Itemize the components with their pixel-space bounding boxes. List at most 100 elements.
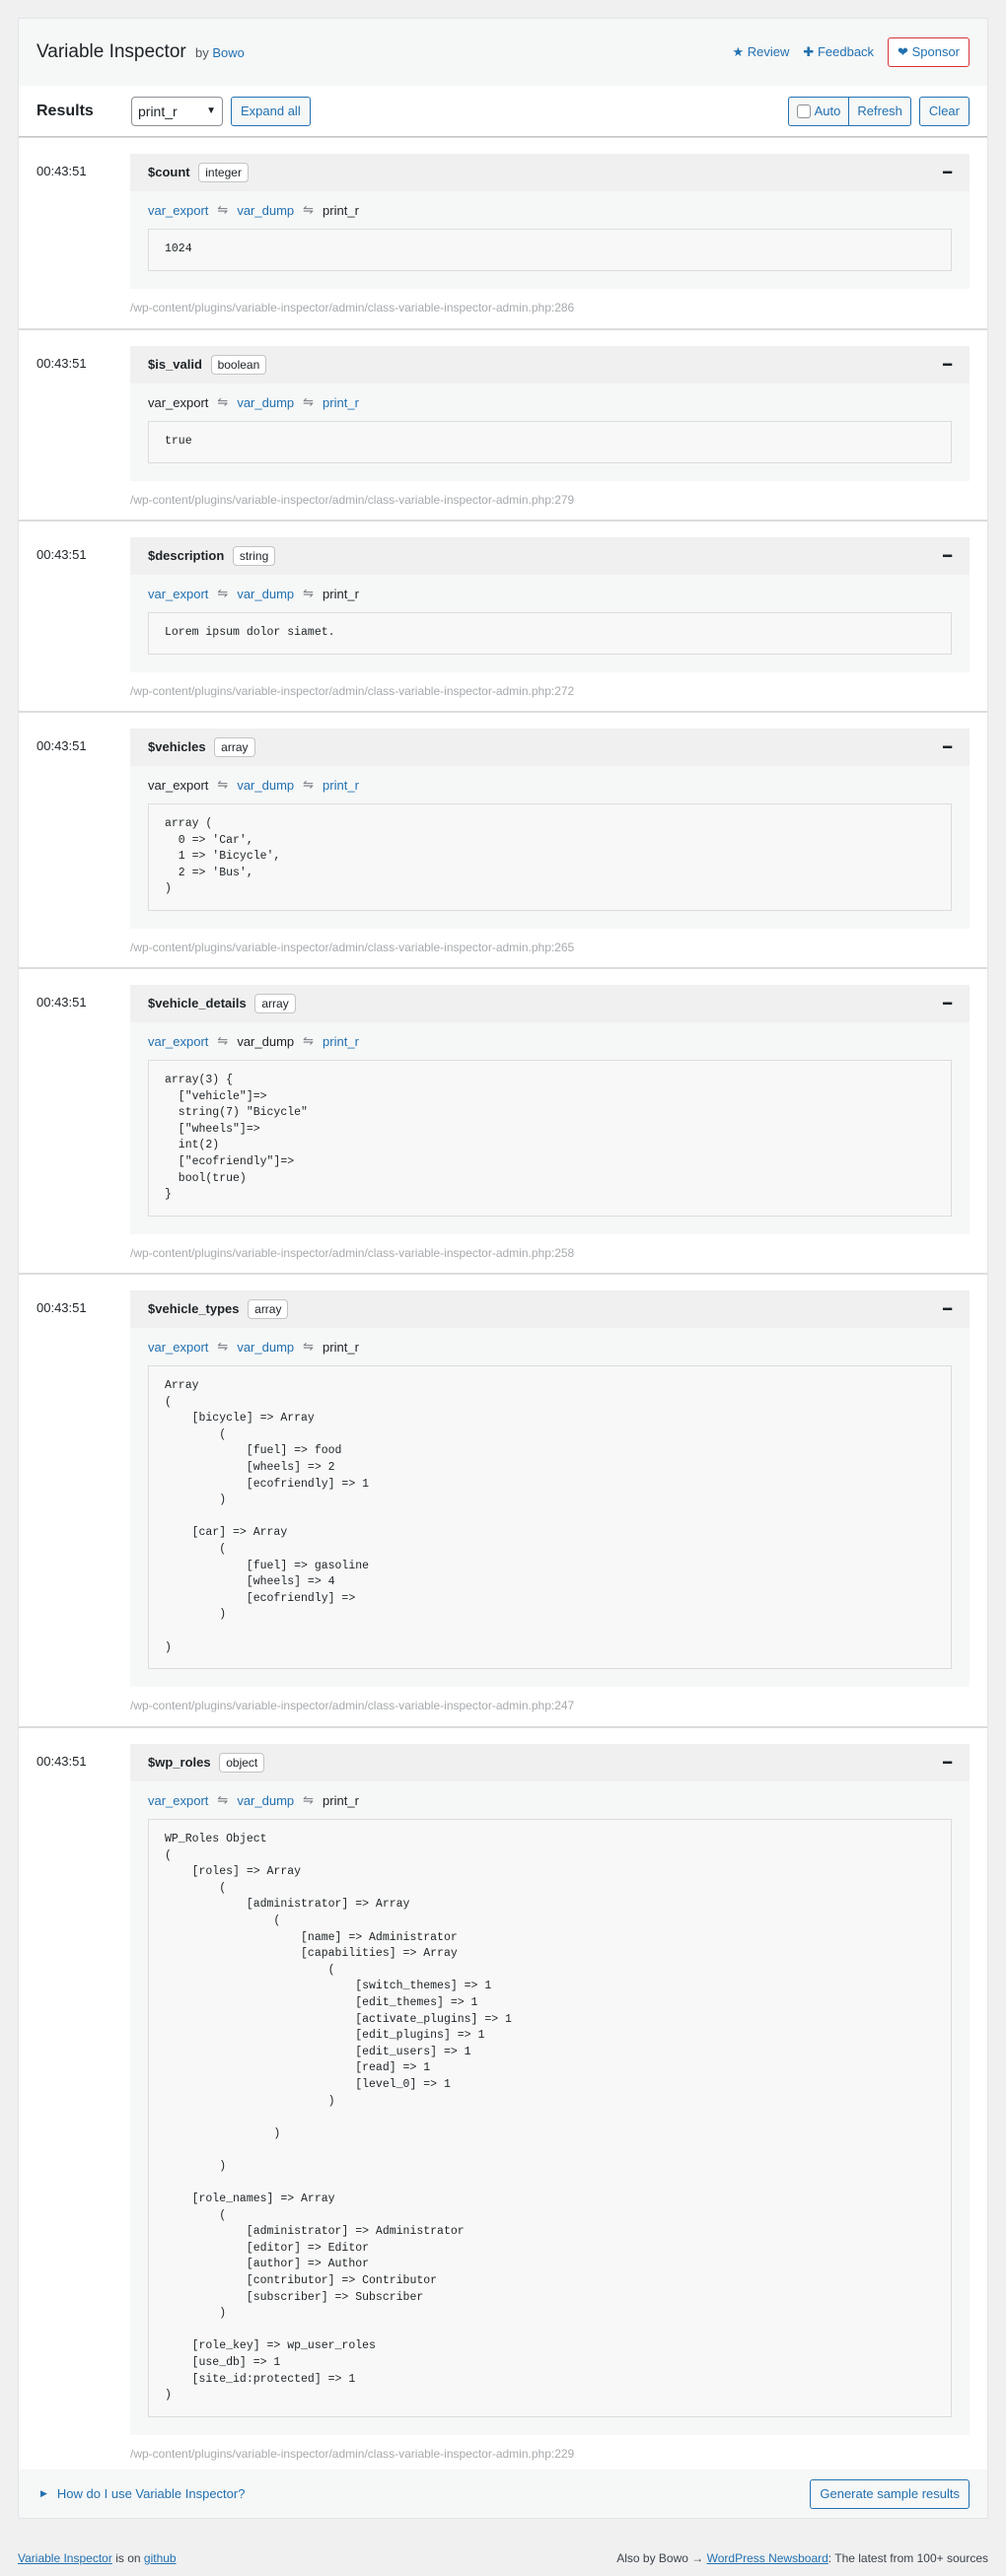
collapse-icon[interactable]: ━ [943,738,952,756]
result-body: var_export ⇋ var_dump ⇋ print_r Lorem ipsum … [130,575,970,672]
format-link-var-dump[interactable]: var_dump [237,778,294,793]
variable-output: 1024 [148,229,952,271]
format-link-print-r[interactable]: print_r [323,1034,359,1049]
review-link[interactable]: ★ Review [733,44,790,60]
result-row: 00:43:51 $vehicles array ━ var_export ⇋ va… [19,711,987,965]
result-time: 00:43:51 [36,995,87,1010]
result-body: var_export ⇋ var_dump ⇋ print_r true [130,383,970,481]
source-path: /wp-content/plugins/variable-inspector/a… [130,301,575,314]
format-switcher: var_export ⇋ var_dump ⇋ print_r [148,1328,952,1365]
collapse-icon[interactable]: ━ [943,1300,952,1318]
variable-output: WP_Roles Object ( [roles] => Array ( [ad… [148,1819,952,2417]
format-link-var-dump[interactable]: var_dump [237,1793,294,1808]
refresh-button[interactable]: Refresh [848,97,910,125]
page-title: Variable Inspector by Bowo [36,41,245,63]
result-header[interactable]: $vehicles array ━ [130,729,970,766]
format-separator: ⇋ [303,394,315,409]
result-header[interactable]: $description string ━ [130,537,970,575]
collapse-icon[interactable]: ━ [943,356,952,374]
variable-name: $description [148,548,225,563]
format-link-var-export[interactable]: var_export [148,778,208,793]
type-badge: array [214,737,255,757]
source-path: /wp-content/plugins/variable-inspector/a… [130,493,575,507]
format-link-var-export[interactable]: var_export [148,395,208,410]
source-path: /wp-content/plugins/variable-inspector/a… [130,940,575,954]
result-header[interactable]: $vehicle_details array ━ [130,985,970,1022]
format-link-var-export[interactable]: var_export [148,587,208,601]
format-link-var-dump[interactable]: var_dump [237,587,294,601]
format-link-var-dump[interactable]: var_dump [237,203,294,218]
format-link-var-export[interactable]: var_export [148,1340,208,1355]
variable-name: $vehicle_types [148,1301,240,1316]
format-link-print-r[interactable]: print_r [323,1793,359,1808]
result-time: 00:43:51 [36,547,87,562]
result-body: var_export ⇋ var_dump ⇋ print_r 1024 [130,191,970,289]
variable-name: $is_valid [148,357,202,372]
type-badge: boolean [210,355,267,375]
type-badge: array [248,1299,289,1319]
howto-toggle[interactable]: ▶ How do I use Variable Inspector? [36,2486,245,2501]
toolbar-left: Results print_r ▼ Expand all [36,96,311,126]
format-select[interactable]: print_r ▼ [131,96,223,126]
credits-left: Variable Inspector is on github [18,2551,177,2565]
result-body: var_export ⇋ var_dump ⇋ print_r array ( 0 =>… [130,766,970,929]
format-separator: ⇋ [303,1339,315,1354]
format-link-print-r[interactable]: print_r [323,1340,359,1355]
format-link-print-r[interactable]: print_r [323,395,359,410]
format-link-var-dump[interactable]: var_dump [237,395,294,410]
format-link-var-dump[interactable]: var_dump [237,1340,294,1355]
result-header[interactable]: $vehicle_types array ━ [130,1290,970,1328]
variable-output: Array ( [bicycle] => Array ( [fuel] => f… [148,1365,952,1670]
result-header[interactable]: $is_valid boolean ━ [130,346,970,383]
sponsor-button[interactable]: ❤ Sponsor [888,37,970,67]
variable-output: true [148,421,952,463]
result-header[interactable]: $count integer ━ [130,154,970,191]
header: Variable Inspector by Bowo ★ Review ✚ Fe… [19,19,987,86]
results-heading: Results [36,102,94,119]
result-card: $wp_roles object ━ var_export ⇋ var_dump ⇋ p… [130,1744,970,2435]
result-card: $count integer ━ var_export ⇋ var_dump ⇋ pri… [130,154,970,289]
format-link-print-r[interactable]: print_r [323,587,359,601]
source-path: /wp-content/plugins/variable-inspector/a… [130,2447,575,2461]
plugin-link[interactable]: Variable Inspector [18,2551,112,2565]
format-link-var-export[interactable]: var_export [148,1793,208,1808]
format-link-var-dump[interactable]: var_dump [237,1034,294,1049]
author-link[interactable]: Bowo [212,45,245,60]
auto-refresh-toggle[interactable]: Auto [789,98,849,125]
format-link-print-r[interactable]: print_r [323,778,359,793]
github-link[interactable]: github [144,2551,177,2565]
format-switcher: var_export ⇋ var_dump ⇋ print_r [148,383,952,421]
collapse-icon[interactable]: ━ [943,995,952,1012]
result-body: var_export ⇋ var_dump ⇋ print_r array(3) { [… [130,1022,970,1234]
type-badge: object [219,1753,265,1773]
header-links: ★ Review ✚ Feedback ❤ Sponsor [733,37,970,67]
result-row: 00:43:51 $description string ━ var_expor… [19,520,987,709]
result-card: $vehicles array ━ var_export ⇋ var_dump ⇋ pr… [130,729,970,929]
result-row: 00:43:51 $count integer ━ var_export ⇋ var… [19,137,987,326]
collapse-icon[interactable]: ━ [943,547,952,565]
format-link-var-export[interactable]: var_export [148,203,208,218]
clear-button[interactable]: Clear [918,96,970,126]
collapse-icon[interactable]: ━ [943,164,952,181]
result-row: 00:43:51 $vehicle_details array ━ var_ex… [19,967,987,1271]
auto-checkbox[interactable] [796,104,811,118]
result-body: var_export ⇋ var_dump ⇋ print_r Array ( [bic… [130,1328,970,1688]
format-switcher: var_export ⇋ var_dump ⇋ print_r [148,575,952,612]
credits-right: Also by Bowo → WordPress Newsboard: The … [616,2551,988,2565]
newsboard-link[interactable]: WordPress Newsboard [707,2551,828,2565]
result-header[interactable]: $wp_roles object ━ [130,1744,970,1781]
format-switcher: var_export ⇋ var_dump ⇋ print_r [148,191,952,229]
result-row: 00:43:51 $wp_roles object ━ var_export ⇋ v… [19,1726,987,2472]
by-text: by [195,45,209,60]
format-link-var-export[interactable]: var_export [148,1034,208,1049]
collapse-icon[interactable]: ━ [943,1754,952,1772]
variable-name: $vehicle_details [148,996,247,1010]
type-badge: array [254,994,296,1013]
format-link-print-r[interactable]: print_r [323,203,359,218]
expand-all-button[interactable]: Expand all [231,96,311,126]
feedback-link[interactable]: ✚ Feedback [803,44,874,60]
type-badge: string [232,546,276,566]
result-card: $description string ━ var_export ⇋ var_dum… [130,537,970,672]
format-separator: ⇋ [217,1792,229,1807]
generate-sample-button[interactable]: Generate sample results [810,2478,970,2509]
